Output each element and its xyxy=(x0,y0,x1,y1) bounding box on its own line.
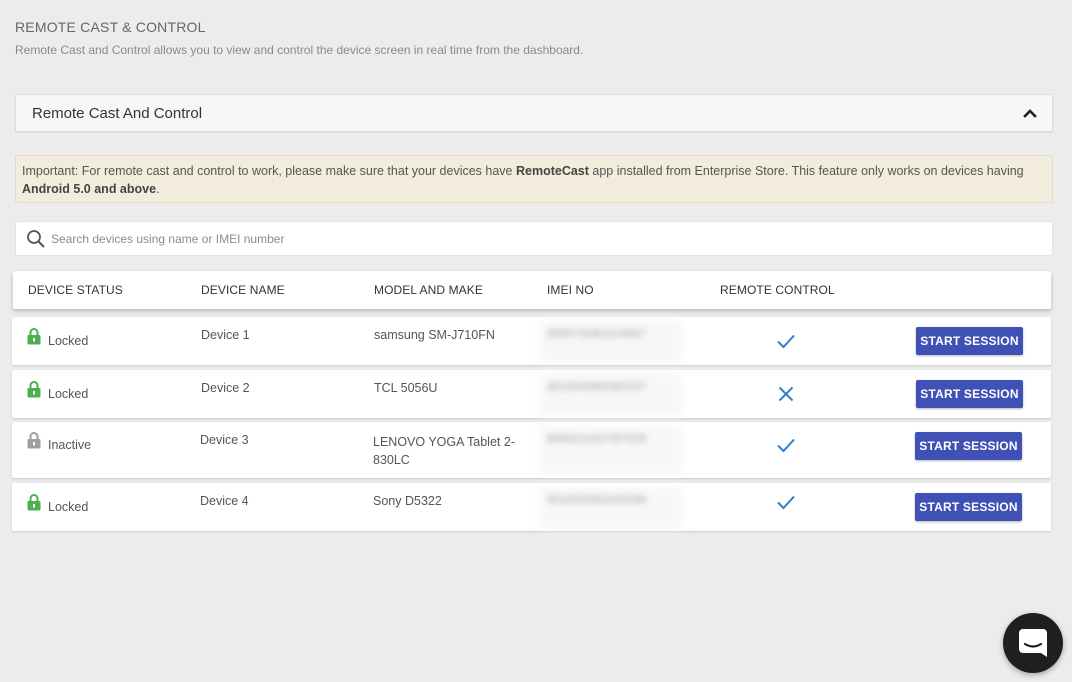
start-session-button[interactable]: START SESSION xyxy=(916,380,1023,408)
device-model: samsung SM-J710FN xyxy=(374,328,495,342)
notice-bold-app: RemoteCast xyxy=(515,164,589,178)
column-header-model-make: MODEL AND MAKE xyxy=(374,283,483,297)
check-icon xyxy=(777,495,795,510)
search-box[interactable] xyxy=(15,221,1053,256)
page: REMOTE CAST & CONTROL Remote Cast and Co… xyxy=(0,0,1072,682)
page-subtitle: Remote Cast and Control allows you to vi… xyxy=(15,43,584,57)
check-icon xyxy=(777,334,795,349)
table-row: Inactive Device 3 LENOVO YOGA Tablet 2-8… xyxy=(12,422,1051,478)
device-imei: 351832062245296 xyxy=(547,494,647,506)
lock-icon xyxy=(27,328,41,345)
column-header-imei: IMEI NO xyxy=(547,283,594,297)
column-header-device-status: DEVICE STATUS xyxy=(28,283,123,297)
device-status-label: Inactive xyxy=(48,438,92,452)
start-session-button[interactable]: START SESSION xyxy=(916,327,1023,355)
cross-icon xyxy=(778,386,794,402)
lock-icon xyxy=(27,494,41,511)
device-status-label: Locked xyxy=(48,334,89,348)
table-row: Locked Device 4 Sony D5322 3518320622452… xyxy=(12,483,1051,531)
notice-text-1: Important: For remote cast and control t… xyxy=(22,164,516,178)
important-notice: Important: For remote cast and control t… xyxy=(15,155,1053,203)
chat-launcher-button[interactable] xyxy=(1003,613,1063,673)
notice-text-3: . xyxy=(156,182,160,196)
table-row: Locked Device 2 TCL 5056U 35155408008033… xyxy=(12,370,1051,418)
notice-bold-version: Android 5.0 and above xyxy=(22,182,157,196)
device-name: Device 1 xyxy=(201,328,250,342)
device-model: Sony D5322 xyxy=(373,494,442,508)
search-input[interactable] xyxy=(51,230,1031,248)
device-imei: 865021022787029 xyxy=(547,433,647,445)
notice-text-2: app installed from Enterprise Store. Thi… xyxy=(588,164,1024,178)
chevron-up-icon[interactable] xyxy=(1022,105,1038,121)
start-session-button[interactable]: START SESSION xyxy=(915,432,1022,460)
start-session-button[interactable]: START SESSION xyxy=(915,493,1022,521)
device-imei: 355572081314667 xyxy=(547,328,647,340)
table-header: DEVICE STATUS DEVICE NAME MODEL AND MAKE… xyxy=(13,271,1051,309)
device-status-label: Locked xyxy=(48,387,89,401)
lock-icon xyxy=(27,432,41,449)
search-icon xyxy=(27,230,45,248)
device-model: LENOVO YOGA Tablet 2-830LC xyxy=(373,435,515,467)
device-name: Device 3 xyxy=(200,433,249,447)
device-name: Device 2 xyxy=(201,381,250,395)
device-name: Device 4 xyxy=(200,494,249,508)
device-status-label: Locked xyxy=(48,500,89,514)
check-icon xyxy=(777,438,795,453)
chat-icon xyxy=(1019,629,1047,657)
panel-title: Remote Cast And Control xyxy=(32,105,203,122)
device-model: TCL 5056U xyxy=(374,381,438,395)
panel-header[interactable]: Remote Cast And Control xyxy=(15,94,1053,132)
column-header-remote-control: REMOTE CONTROL xyxy=(720,283,835,297)
lock-icon xyxy=(27,381,41,398)
table-row: Locked Device 1 samsung SM-J710FN 355572… xyxy=(12,317,1051,365)
device-imei: 351554080080337 xyxy=(547,381,647,393)
page-title: REMOTE CAST & CONTROL xyxy=(15,19,206,35)
column-header-device-name: DEVICE NAME xyxy=(201,283,285,297)
